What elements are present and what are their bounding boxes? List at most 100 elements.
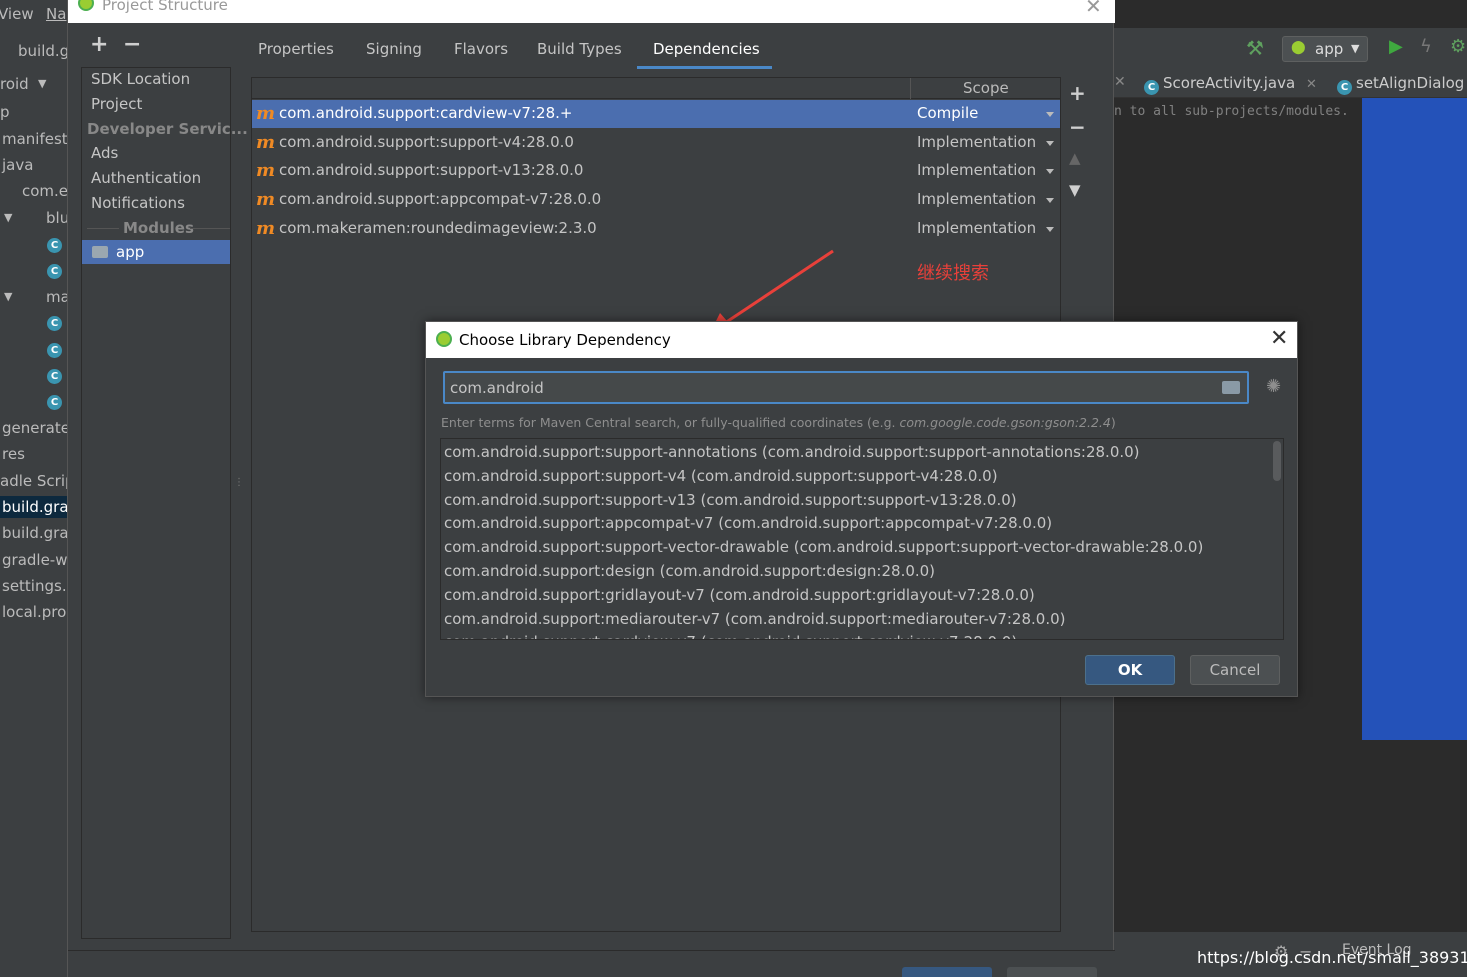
tab-scoreactivity[interactable]: C ScoreActivity.java ✕ xyxy=(1144,74,1317,95)
tree-item-label: build.gra xyxy=(2,524,67,542)
hint-text: Enter terms for Maven Central search, or… xyxy=(441,415,900,430)
list-item[interactable]: com.android.support:appcompat-v7 (com.an… xyxy=(444,511,1052,535)
dependency-scope[interactable]: Implementation xyxy=(917,190,1036,208)
chevron-down-icon[interactable] xyxy=(1046,198,1054,204)
remove-icon[interactable]: − xyxy=(123,32,141,57)
divider xyxy=(190,228,230,229)
list-item[interactable]: com.android.support:support-annotations … xyxy=(444,440,1140,464)
hint-text: ) xyxy=(1110,415,1116,430)
tab-flavors[interactable]: Flavors xyxy=(454,40,508,58)
dependency-name: com.android.support:support-v13:28.0.0 xyxy=(279,161,584,180)
android-studio-icon xyxy=(436,331,452,347)
dialog-titlebar: Choose Library Dependency ✕ xyxy=(426,322,1297,358)
list-item[interactable]: com.android.support:support-v4 (com.andr… xyxy=(444,464,998,488)
apply-changes-icon[interactable]: ϟ xyxy=(1420,36,1432,57)
close-icon[interactable]: ✕ xyxy=(1270,326,1288,351)
tab-bar: Properties Signing Flavors Build Types D… xyxy=(243,30,1113,70)
chevron-down-icon[interactable] xyxy=(1046,112,1054,117)
dependency-name: com.makeramen:roundedimageview:2.3.0 xyxy=(279,218,597,237)
menu-view[interactable]: View xyxy=(0,5,34,23)
cancel-button[interactable]: Cancel xyxy=(1190,655,1280,685)
maven-icon: m xyxy=(256,189,276,211)
ide-toolbar: ⚒ ⬤ app ▼ ▶ ϟ ⚙ xyxy=(1114,28,1467,70)
scrollbar-thumb[interactable] xyxy=(1273,441,1281,481)
window-title: Project Structure xyxy=(102,0,228,14)
ok-button[interactable] xyxy=(902,967,992,977)
list-item[interactable]: com.android.support:design (com.android.… xyxy=(444,559,935,583)
cancel-button[interactable] xyxy=(1007,967,1097,977)
tree-item-label: generate xyxy=(2,419,67,437)
run-config-select[interactable]: ⬤ app ▼ xyxy=(1282,36,1368,62)
dependency-scope[interactable]: Compile xyxy=(917,104,978,122)
ide-menubar: View Na xyxy=(0,0,67,28)
table-row[interactable]: m com.android.support:support-v13:28.0.0 I… xyxy=(252,157,1060,185)
maven-icon: m xyxy=(256,217,276,239)
folder-icon[interactable] xyxy=(1222,381,1240,394)
ok-button[interactable]: OK xyxy=(1085,655,1175,685)
class-icon: C xyxy=(47,316,62,331)
chevron-down-icon[interactable]: ▼ xyxy=(4,290,12,303)
dependency-scope[interactable]: Implementation xyxy=(917,161,1036,179)
dependency-scope[interactable]: Implementation xyxy=(917,219,1036,237)
nav-project[interactable]: Project xyxy=(91,95,142,113)
list-item[interactable]: com.android.support:support-v13 (com.and… xyxy=(444,488,1017,512)
menu-navigate[interactable]: Na xyxy=(46,5,66,23)
close-icon[interactable]: ✕ xyxy=(1306,77,1317,92)
tree-item-label: local.pro xyxy=(2,603,67,621)
run-icon[interactable]: ▶ xyxy=(1389,36,1403,57)
chevron-down-icon[interactable]: ▼ xyxy=(4,211,12,224)
table-row[interactable]: m com.makeramen:roundedimageview:2.3.0 Imp… xyxy=(252,215,1060,243)
close-icon[interactable]: ✕ xyxy=(1114,74,1126,90)
chevron-down-icon[interactable]: ▼ xyxy=(38,77,46,90)
divider xyxy=(87,228,119,229)
splitter-handle[interactable]: ⋮ xyxy=(234,477,244,497)
tab-build-types[interactable]: Build Types xyxy=(537,40,622,58)
search-input[interactable] xyxy=(450,377,1210,399)
list-item[interactable]: com.android.support:mediarouter-v7 (com.… xyxy=(444,607,1066,631)
nav-sdk-location[interactable]: SDK Location xyxy=(91,70,190,88)
tree-item-label: adle Scrip xyxy=(0,472,67,490)
chevron-down-icon[interactable] xyxy=(1046,140,1054,146)
search-field[interactable] xyxy=(443,371,1249,404)
tab-signing[interactable]: Signing xyxy=(366,40,422,58)
list-item[interactable]: com.android.support:cardview-v7 (com.and… xyxy=(444,630,1017,639)
nav-ads[interactable]: Ads xyxy=(91,144,118,162)
table-row[interactable]: m com.android.support:support-v4:28.0.0 Im… xyxy=(252,129,1060,157)
dependency-scope[interactable]: Implementation xyxy=(917,133,1036,151)
editor-comment: n to all sub-projects/modules. xyxy=(1114,104,1349,119)
chevron-down-icon[interactable] xyxy=(1046,169,1054,175)
tree-item-label: build.gra xyxy=(2,498,67,516)
add-dependency-icon[interactable]: + xyxy=(1069,81,1086,105)
tab-dependencies[interactable]: Dependencies xyxy=(653,40,760,58)
editor-tab-bar: ✕ C ScoreActivity.java ✕ CsetAlignDialog xyxy=(1114,70,1467,98)
tab-properties[interactable]: Properties xyxy=(258,40,334,58)
add-icon[interactable]: + xyxy=(90,32,108,57)
list-item[interactable]: com.android.support:support-vector-drawa… xyxy=(444,535,1203,559)
table-row[interactable]: m com.android.support:appcompat-v7:28.0.0… xyxy=(252,186,1060,214)
tab-setaligndialog[interactable]: CsetAlignDialog xyxy=(1337,74,1464,95)
debug-icon[interactable]: ⚙ xyxy=(1450,36,1466,57)
active-tab-indicator xyxy=(637,66,772,69)
maven-icon: m xyxy=(256,103,276,124)
developer-services-header: Developer Servic... xyxy=(87,120,248,138)
table-row[interactable]: m com.android.support:cardview-v7:28.+ Com… xyxy=(252,100,1060,128)
remove-dependency-icon[interactable]: − xyxy=(1069,115,1086,139)
move-down-icon[interactable]: ▼ xyxy=(1069,181,1081,199)
build-hammer-icon[interactable]: ⚒ xyxy=(1246,36,1264,60)
class-icon: C xyxy=(47,395,62,410)
move-up-icon[interactable]: ▲ xyxy=(1069,149,1081,167)
left-navigation: SDK Location Project Developer Servic...… xyxy=(81,67,248,939)
column-divider[interactable] xyxy=(910,78,911,99)
scrollbar[interactable] xyxy=(1271,439,1283,639)
nav-module-app[interactable]: app xyxy=(82,240,230,264)
dialog-title: Choose Library Dependency xyxy=(459,331,671,349)
list-item[interactable]: com.android.support:gridlayout-v7 (com.a… xyxy=(444,583,1035,607)
nav-notifications[interactable]: Notifications xyxy=(91,194,185,212)
close-icon[interactable]: ✕ xyxy=(1085,0,1102,18)
hint-example: com.google.code.gson:gson:2.2.4 xyxy=(899,415,1111,430)
chevron-down-icon[interactable] xyxy=(1046,226,1054,232)
project-tree-item[interactable]: build.gra xyxy=(0,496,67,518)
nav-authentication[interactable]: Authentication xyxy=(91,169,201,187)
search-spinner-icon: ✺ xyxy=(1266,376,1282,397)
scope-column-header[interactable]: Scope xyxy=(963,79,1009,97)
